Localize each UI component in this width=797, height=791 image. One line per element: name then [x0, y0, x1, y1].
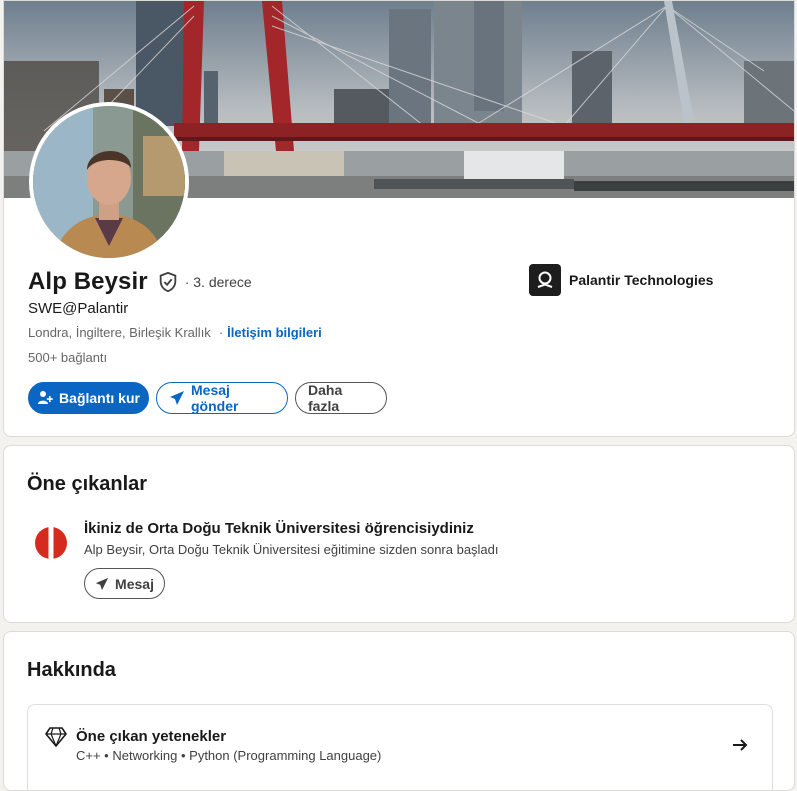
more-button[interactable]: Daha fazla	[295, 382, 387, 414]
avatar-photo	[33, 106, 185, 258]
profile-avatar[interactable]	[29, 102, 189, 262]
connect-button[interactable]: Bağlantı kur	[28, 382, 149, 414]
highlight-title[interactable]: İkiniz de Orta Doğu Teknik Üniversitesi …	[84, 520, 474, 537]
profile-headline: SWE@Palantir	[28, 300, 129, 317]
paper-plane-icon	[170, 391, 184, 405]
profile-actions: Bağlantı kur Mesaj gönder Daha fazla	[28, 382, 387, 414]
paper-plane-icon	[95, 577, 109, 590]
add-person-icon	[38, 391, 53, 404]
diamond-icon	[45, 727, 67, 747]
about-card: Hakkında Öne çıkan yetenekler C++ • Netw…	[3, 631, 795, 791]
location-row: Londra, İngiltere, Birleşik Krallık · İl…	[28, 325, 322, 340]
skills-title: Öne çıkan yetenekler	[76, 728, 227, 745]
highlight-message-button[interactable]: Mesaj	[84, 568, 165, 599]
highlight-subtitle: Alp Beysir, Orta Doğu Teknik Üniversites…	[84, 542, 499, 557]
highlights-card: Öne çıkanlar İkiniz de Orta Doğu Teknik …	[3, 445, 795, 623]
palantir-logo-icon	[529, 264, 561, 296]
skills-list: C++ • Networking • Python (Programming L…	[76, 748, 382, 763]
contact-info-link[interactable]: İletişim bilgileri	[227, 325, 322, 340]
send-message-label: Mesaj gönder	[191, 382, 239, 414]
university-logo-icon[interactable]	[34, 526, 68, 560]
separator: ·	[218, 325, 224, 340]
top-skills-box[interactable]: Öne çıkan yetenekler C++ • Networking • …	[27, 704, 773, 790]
profile-card: Alp Beysir · 3. derece SWE@Palantir Lond…	[3, 0, 795, 437]
company-name: Palantir Technologies	[569, 272, 714, 288]
about-title: Hakkında	[27, 659, 116, 681]
name-row: Alp Beysir · 3. derece	[28, 267, 252, 297]
profile-name: Alp Beysir	[28, 268, 148, 295]
connection-degree: · 3. derece	[184, 274, 252, 290]
highlight-message-label: Mesaj	[115, 575, 154, 592]
highlights-title: Öne çıkanlar	[27, 473, 148, 495]
shield-check-icon[interactable]	[157, 271, 179, 293]
current-company[interactable]: Palantir Technologies	[529, 264, 713, 296]
connections-count[interactable]: 500+ bağlantı	[28, 350, 107, 365]
connect-button-label: Bağlantı kur	[59, 390, 140, 406]
arrow-right-icon	[733, 739, 748, 751]
profile-location: Londra, İngiltere, Birleşik Krallık	[28, 325, 211, 340]
skills-arrow-button[interactable]	[727, 732, 753, 758]
more-button-label: Daha fazla	[308, 382, 343, 414]
send-message-button[interactable]: Mesaj gönder	[156, 382, 288, 414]
